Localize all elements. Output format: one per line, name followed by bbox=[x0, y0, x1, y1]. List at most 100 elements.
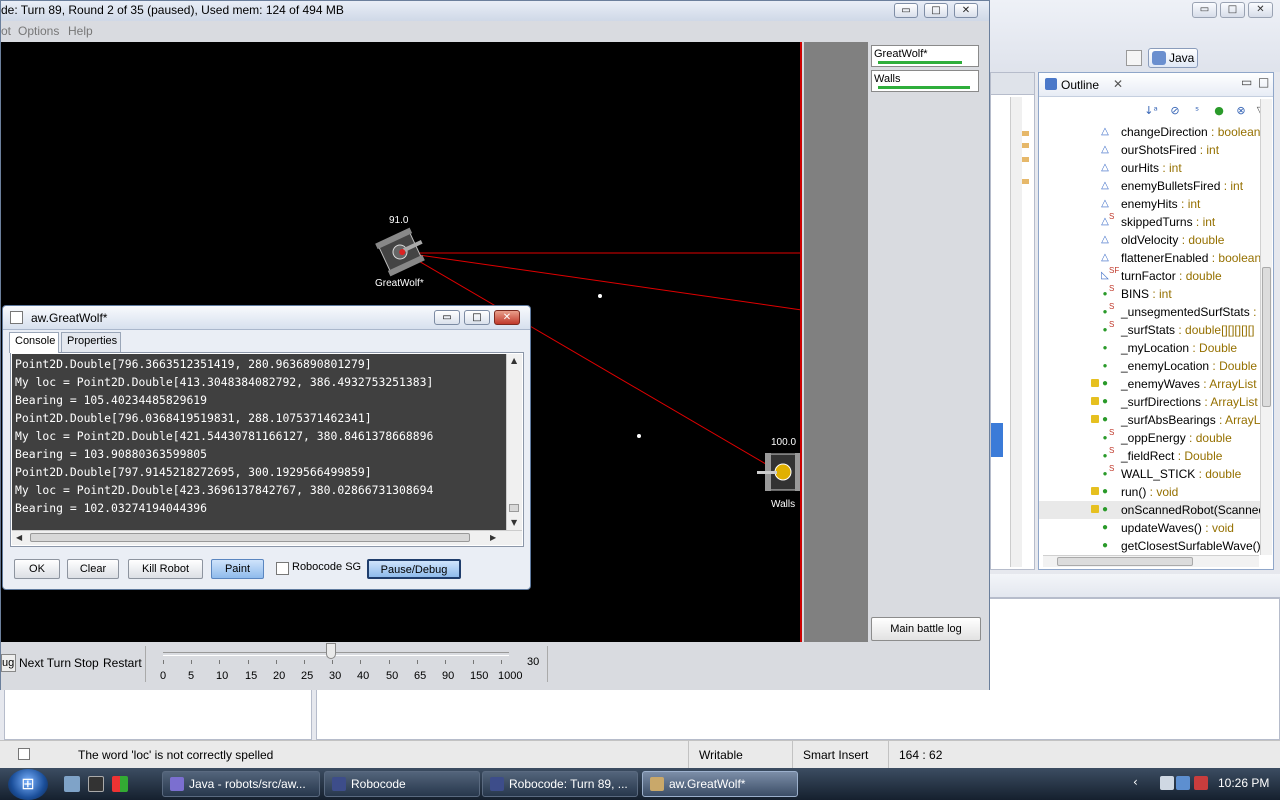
scroll-down-icon[interactable]: ▼ bbox=[511, 518, 517, 527]
outline-item[interactable]: ● S _fieldRect : Double bbox=[1039, 446, 1261, 465]
outline-item[interactable]: ● updateWaves() : void bbox=[1039, 519, 1261, 537]
maximize-view-icon[interactable]: □ bbox=[1258, 75, 1269, 89]
close-button[interactable]: ✕ bbox=[494, 310, 520, 325]
paint-button[interactable]: Paint bbox=[211, 559, 264, 579]
sort-icon[interactable]: ↓ᵃ bbox=[1143, 103, 1159, 119]
tab-properties[interactable]: Properties bbox=[61, 332, 121, 352]
hide-static-icon[interactable]: ˢ bbox=[1189, 103, 1205, 119]
eclipse-minimize-button[interactable]: ▭ bbox=[1192, 2, 1217, 18]
network-icon[interactable] bbox=[1176, 776, 1190, 790]
scrollbar-thumb[interactable] bbox=[509, 504, 519, 512]
clock[interactable]: 10:26 PM bbox=[1218, 776, 1269, 790]
start-button[interactable]: ⊞ bbox=[8, 769, 48, 800]
menu-robot[interactable]: ot bbox=[1, 24, 11, 38]
outline-tab[interactable]: Outline ✕ ▭ □ bbox=[1039, 73, 1273, 97]
console-vertical-scrollbar[interactable]: ▲ ▼ bbox=[506, 354, 522, 530]
tray-expand-icon[interactable]: ‹ bbox=[1133, 775, 1138, 789]
outline-item[interactable]: ● S _surfStats : double[][][][][] bbox=[1039, 320, 1261, 339]
close-button[interactable]: ✕ bbox=[954, 3, 978, 18]
stop-button[interactable]: Stop bbox=[74, 656, 99, 670]
robot-button-greatwolf[interactable]: GreatWolf* bbox=[871, 45, 979, 67]
outline-item[interactable]: △ flattenerEnabled : boolean bbox=[1039, 249, 1261, 267]
maximize-button[interactable]: □ bbox=[464, 310, 490, 325]
outline-item[interactable]: ● _enemyWaves : ArrayList bbox=[1039, 375, 1261, 393]
greatwolf-robot[interactable] bbox=[375, 226, 429, 277]
outline-item[interactable]: ● _surfAbsBearings : ArrayLi bbox=[1039, 411, 1261, 429]
taskbar-button[interactable]: Robocode bbox=[324, 771, 480, 797]
editor-scrollbar[interactable] bbox=[1010, 97, 1022, 567]
command-prompt-icon[interactable] bbox=[88, 776, 104, 792]
editor-area[interactable] bbox=[990, 72, 1035, 570]
hide-nonpublic-icon[interactable]: ● bbox=[1211, 103, 1227, 119]
close-icon[interactable]: ✕ bbox=[1113, 77, 1123, 91]
outline-horizontal-scrollbar[interactable] bbox=[1043, 555, 1259, 567]
overview-marker[interactable] bbox=[1021, 143, 1029, 148]
outline-item[interactable]: ● getClosestSurfableWave() bbox=[1039, 537, 1261, 555]
tps-slider[interactable] bbox=[163, 652, 509, 656]
outline-item[interactable]: △ enemyBulletsFired : int bbox=[1039, 177, 1261, 195]
pause-debug-button[interactable]: Pause/Debug bbox=[367, 559, 461, 579]
ok-button[interactable]: OK bbox=[14, 559, 60, 579]
dialog-title-bar[interactable]: aw.GreatWolf* ▭ □ ✕ bbox=[3, 306, 530, 330]
clear-button[interactable]: Clear bbox=[67, 559, 119, 579]
safely-remove-icon[interactable] bbox=[1160, 776, 1174, 790]
console-output[interactable]: Point2D.Double[796.3663512351419, 280.96… bbox=[12, 354, 506, 530]
robocode-title-bar[interactable]: de: Turn 89, Round 2 of 35 (paused), Use… bbox=[1, 1, 989, 21]
minimize-view-icon[interactable]: ▭ bbox=[1241, 75, 1252, 89]
tab-console[interactable]: Console bbox=[9, 332, 59, 353]
outline-item[interactable]: ● S _oppEnergy : double bbox=[1039, 428, 1261, 447]
outline-item[interactable]: △ SskippedTurns : int bbox=[1039, 212, 1261, 231]
overview-marker[interactable] bbox=[1021, 157, 1029, 162]
outline-item[interactable]: △ enemyHits : int bbox=[1039, 195, 1261, 213]
taskbar-button[interactable]: Java - robots/src/aw... bbox=[162, 771, 320, 797]
main-battle-log-button[interactable]: Main battle log bbox=[871, 617, 981, 641]
volume-icon[interactable] bbox=[1194, 776, 1208, 790]
outline-item[interactable]: △ ourShotsFired : int bbox=[1039, 141, 1261, 159]
outline-item[interactable]: △ oldVelocity : double bbox=[1039, 231, 1261, 249]
outline-item[interactable]: ●S_unsegmentedSurfStats : d bbox=[1039, 302, 1261, 321]
outline-item[interactable]: ● S BINS : int bbox=[1039, 284, 1261, 303]
outline-item[interactable]: ● run() : void bbox=[1039, 483, 1261, 501]
menu-help[interactable]: Help bbox=[68, 24, 93, 38]
minimize-button[interactable]: ▭ bbox=[434, 310, 460, 325]
kill-robot-button[interactable]: Kill Robot bbox=[128, 559, 203, 579]
scrollbar-thumb[interactable] bbox=[30, 533, 470, 542]
taskbar-button[interactable]: Robocode: Turn 89, ... bbox=[482, 771, 638, 797]
outline-item[interactable]: ● S WALL_STICK : double bbox=[1039, 464, 1261, 483]
show-desktop-icon[interactable] bbox=[64, 776, 80, 792]
restart-button[interactable]: Restart bbox=[103, 656, 142, 670]
robot-button-walls[interactable]: Walls bbox=[871, 70, 979, 92]
scrollbar-thumb[interactable] bbox=[1262, 267, 1271, 407]
taskbar-button[interactable]: aw.GreatWolf* bbox=[642, 771, 798, 797]
debug-button[interactable]: ug bbox=[1, 654, 16, 672]
minimize-button[interactable]: ▭ bbox=[894, 3, 918, 18]
outline-item[interactable]: △ changeDirection : boolean bbox=[1039, 123, 1261, 141]
console-horizontal-scrollbar[interactable]: ◀ ▶ bbox=[12, 530, 522, 545]
scroll-left-icon[interactable]: ◀ bbox=[16, 533, 22, 542]
maximize-button[interactable]: □ bbox=[924, 3, 948, 18]
outline-item[interactable]: ● _surfDirections : ArrayList bbox=[1039, 393, 1261, 411]
tps-slider-thumb[interactable] bbox=[326, 643, 336, 659]
robocode-sg-checkbox[interactable] bbox=[276, 562, 289, 575]
open-perspective-icon[interactable] bbox=[1126, 50, 1142, 66]
eclipse-maximize-button[interactable]: □ bbox=[1220, 2, 1245, 18]
menu-options[interactable]: Options bbox=[18, 24, 59, 38]
scroll-right-icon[interactable]: ▶ bbox=[490, 533, 496, 542]
outline-item[interactable]: ● _enemyLocation : Double bbox=[1039, 357, 1261, 375]
outline-item[interactable]: ● onScannedRobot(Scanned bbox=[1039, 501, 1261, 519]
outline-item[interactable]: △ ourHits : int bbox=[1039, 159, 1261, 177]
app-launcher-icon[interactable] bbox=[112, 776, 128, 792]
scroll-up-icon[interactable]: ▲ bbox=[511, 356, 517, 365]
java-perspective-button[interactable]: Java bbox=[1148, 48, 1198, 68]
hide-fields-icon[interactable]: ⊘ bbox=[1167, 103, 1183, 119]
outline-vertical-scrollbar[interactable] bbox=[1260, 99, 1272, 555]
outline-item[interactable]: ● _myLocation : Double bbox=[1039, 339, 1261, 357]
scrollbar-thumb[interactable] bbox=[1057, 557, 1193, 566]
next-turn-button[interactable]: Next Turn bbox=[19, 656, 71, 670]
overview-marker[interactable] bbox=[1021, 131, 1029, 136]
walls-robot[interactable] bbox=[757, 453, 801, 491]
eclipse-close-button[interactable]: ✕ bbox=[1248, 2, 1273, 18]
outline-item[interactable]: ◺ SF turnFactor : double bbox=[1039, 266, 1261, 285]
overview-marker[interactable] bbox=[1021, 179, 1029, 184]
hide-local-types-icon[interactable]: ⊗ bbox=[1233, 103, 1249, 119]
